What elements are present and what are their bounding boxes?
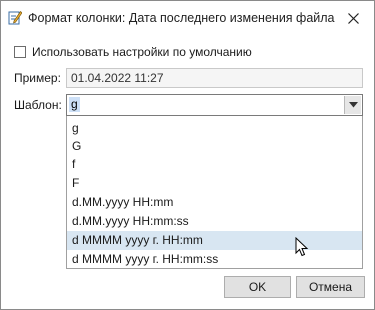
chevron-down-icon xyxy=(348,102,358,108)
template-value[interactable]: g xyxy=(69,97,80,112)
dropdown-option[interactable]: d MMMM yyyy г. HH:mm:ss xyxy=(67,250,362,269)
cancel-button[interactable]: Отмена xyxy=(296,276,365,298)
dialog-title: Формат колонки: Дата последнего изменени… xyxy=(28,11,335,25)
format-column-dialog: Формат колонки: Дата последнего изменени… xyxy=(0,0,375,310)
title-bar: Формат колонки: Дата последнего изменени… xyxy=(1,1,374,35)
mouse-pointer-icon xyxy=(295,237,309,257)
dropdown-option[interactable]: d.MM.yyyy HH:mm xyxy=(67,193,362,212)
dropdown-option-hovered[interactable]: d MMMM yyyy г. HH:mm xyxy=(67,231,362,250)
edit-format-icon xyxy=(8,10,22,25)
template-label: Шаблон: xyxy=(14,98,62,112)
dropdown-option[interactable]: d.MM.yyyy HH:mm:ss xyxy=(67,212,362,231)
dropdown-option[interactable]: g xyxy=(67,119,362,138)
dropdown-option[interactable]: F xyxy=(67,174,362,193)
use-defaults-row[interactable]: Использовать настройки по умолчанию xyxy=(14,44,252,60)
use-defaults-label[interactable]: Использовать настройки по умолчанию xyxy=(32,45,252,59)
sample-value: 01.04.2022 11:27 xyxy=(71,71,164,85)
sample-label: Пример: xyxy=(14,71,61,85)
use-defaults-checkbox[interactable] xyxy=(14,46,26,58)
template-combobox[interactable]: g xyxy=(66,94,363,116)
template-dropdown-list: g G f F d.MM.yyyy HH:mm d.MM.yyyy HH:mm:… xyxy=(66,116,363,269)
dropdown-option[interactable]: f xyxy=(67,155,362,174)
dropdown-option[interactable]: G xyxy=(67,137,362,156)
template-dropdown-button[interactable] xyxy=(344,96,361,114)
close-icon xyxy=(347,12,359,24)
close-button[interactable] xyxy=(341,7,365,29)
ok-button[interactable]: OK xyxy=(224,276,291,298)
sample-field: 01.04.2022 11:27 xyxy=(66,68,363,88)
